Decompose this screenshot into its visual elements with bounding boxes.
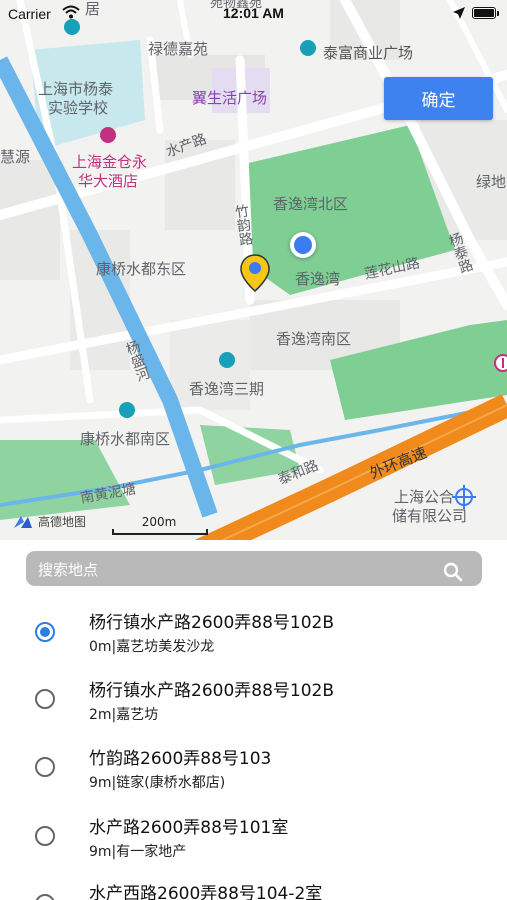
radio-unselected[interactable]	[35, 757, 55, 777]
map-label-hotel-line1: 上海金仓永	[72, 153, 148, 171]
map-scale-text: 200m	[141, 515, 177, 529]
list-item[interactable]: 杨行镇水产路2600弄88号102B 2m|嘉艺坊	[0, 664, 507, 732]
list-item[interactable]: 竹韵路2600弄88号103 9m|链家(康桥水都店)	[0, 732, 507, 800]
poi-edge-icon	[494, 354, 507, 372]
radio-unselected[interactable]	[35, 894, 55, 900]
location-arrow-icon	[453, 7, 465, 19]
map-view[interactable]: 居 苑物鑫苑 禄德嘉苑 泰富商业广场 上海市杨泰 实验学校 翼生活广场 上海金仓…	[0, 0, 507, 540]
radio-unselected[interactable]	[35, 689, 55, 709]
map-label-huiyuan: 慧源	[0, 148, 31, 166]
location-pin-icon	[240, 254, 270, 292]
map-logo: 高德地图	[12, 513, 86, 530]
result-title: 杨行镇水产路2600弄88号102B	[89, 681, 335, 701]
result-title: 水产路2600弄88号101室	[89, 818, 289, 838]
search-icon[interactable]	[443, 562, 463, 582]
map-label-xiangyiwan-phase3: 香逸湾三期	[189, 380, 265, 398]
result-title: 水产西路2600弄88号104-2室	[89, 884, 323, 900]
map-label-xiangyiwan-north: 香逸湾北区	[273, 195, 349, 213]
status-time: 12:01 AM	[223, 5, 284, 21]
confirm-button[interactable]: 确定	[384, 77, 493, 120]
map-label-yisheng-plaza: 翼生活广场	[192, 89, 268, 107]
map-label-taifu-plaza: 泰富商业广场	[323, 44, 414, 62]
list-item[interactable]: 水产路2600弄88号101室 9m|有一家地产	[0, 801, 507, 869]
result-title: 杨行镇水产路2600弄88号102B	[89, 613, 335, 633]
result-title: 竹韵路2600弄88号103	[89, 749, 272, 769]
map-label-xiangyiwan: 香逸湾	[295, 270, 341, 288]
search-bar[interactable]: 搜索地点	[26, 551, 482, 586]
radio-unselected[interactable]	[35, 826, 55, 846]
map-label-school-line2: 实验学校	[48, 99, 109, 117]
map-scale: 200m	[112, 515, 208, 535]
map-scale-bar	[112, 529, 208, 535]
battery-tip	[497, 11, 499, 16]
result-subtitle: 9m|链家(康桥水都店)	[89, 775, 226, 791]
list-item[interactable]: 水产西路2600弄88号104-2室	[0, 869, 507, 900]
compass-icon[interactable]	[452, 485, 476, 509]
map-label-kangqiao-east: 康桥水都东区	[96, 260, 187, 278]
map-label-kangqiao-south: 康桥水都南区	[80, 430, 171, 448]
amap-logo-icon	[14, 515, 32, 528]
list-item[interactable]: 杨行镇水产路2600弄88号102B 0m|嘉艺坊美发沙龙	[0, 596, 507, 664]
radio-selected[interactable]	[35, 622, 55, 642]
result-subtitle: 9m|有一家地产	[89, 844, 187, 860]
result-subtitle: 0m|嘉艺坊美发沙龙	[89, 639, 215, 655]
search-placeholder: 搜索地点	[38, 561, 99, 579]
map-logo-text: 高德地图	[38, 515, 87, 529]
map-label-hotel-line2: 华大酒店	[78, 172, 139, 190]
battery-icon	[472, 7, 496, 19]
user-location-dot	[290, 232, 316, 258]
map-label-school-line1: 上海市杨泰	[38, 80, 114, 98]
result-subtitle: 2m|嘉艺坊	[89, 707, 159, 723]
status-bar: Carrier 12:01 AM	[0, 0, 507, 28]
map-label-lude-jiayuan: 禄德嘉苑	[148, 40, 209, 58]
map-label-lvdi: 绿地	[476, 173, 507, 191]
map-label-gongyi-line1: 上海公合	[394, 488, 455, 506]
map-label-xiangyiwan-south: 香逸湾南区	[276, 330, 352, 348]
